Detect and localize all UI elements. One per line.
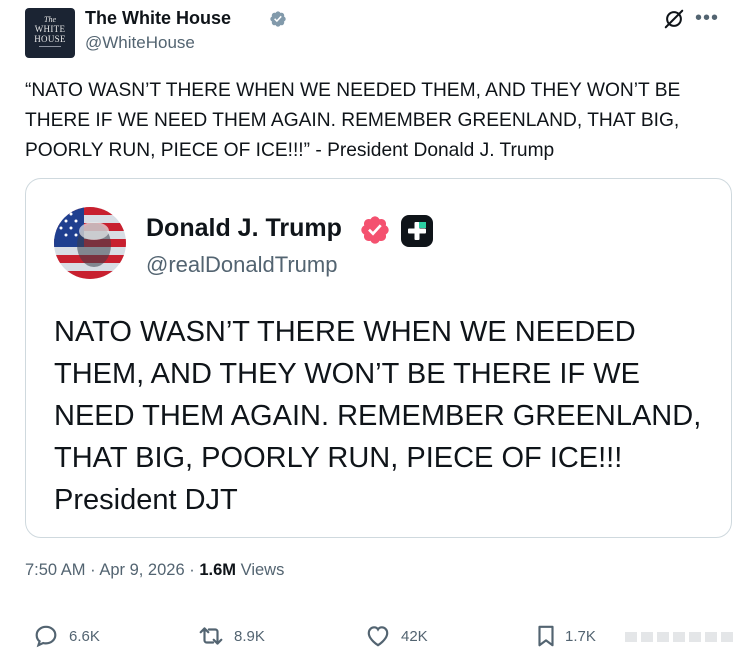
action-bar: 6.6K 8.9K 42K 1.7K: [25, 620, 733, 650]
separator: ·: [90, 561, 96, 579]
post-date[interactable]: Apr 9, 2026: [99, 561, 184, 579]
logo-line: HOUSE: [34, 34, 66, 44]
heart-icon: [367, 626, 389, 647]
quoted-author-handle[interactable]: @realDonaldTrump: [146, 252, 337, 278]
quoted-post[interactable]: Donald J. Trump @realDonaldTrump NATO WA…: [25, 178, 732, 538]
post-timestamp[interactable]: 7:50 AM · Apr 9, 2026 · 1.6M Views: [25, 561, 284, 580]
logo-line: The: [44, 15, 56, 24]
bookmark-count: 1.7K: [565, 628, 596, 645]
like-count: 42K: [401, 628, 428, 645]
plus-app-icon: [401, 215, 433, 247]
more-icon[interactable]: •••: [695, 8, 719, 28]
views-label: Views: [240, 561, 285, 579]
watermark-image: [625, 632, 733, 642]
repost-icon: [199, 627, 223, 645]
post-time[interactable]: 7:50 AM: [25, 561, 86, 579]
repost-count: 8.9K: [234, 628, 265, 645]
reply-icon: [35, 625, 57, 648]
logo-rule: [39, 46, 61, 47]
tweet-header: The WHITE HOUSE The White House @WhiteHo…: [25, 6, 727, 58]
verified-red-badge-icon: [361, 216, 389, 244]
flag-portrait-image: [54, 207, 126, 279]
quoted-author-name[interactable]: Donald J. Trump: [146, 214, 342, 243]
logo-line: WHITE: [34, 24, 66, 34]
post-text: “NATO WASN’T THERE WHEN WE NEEDED THEM, …: [25, 80, 681, 161]
quoted-post-text: NATO WASN’T THERE WHEN WE NEEDED THEM, A…: [54, 316, 702, 516]
tweet: The WHITE HOUSE The White House @WhiteHo…: [0, 0, 737, 656]
views-count: 1.6M: [199, 561, 237, 579]
quoted-avatar[interactable]: [54, 207, 126, 279]
author-name[interactable]: The White House: [85, 8, 231, 29]
white-house-avatar[interactable]: The WHITE HOUSE: [25, 8, 75, 58]
separator: ·: [189, 561, 195, 579]
reply-count: 6.6K: [69, 628, 100, 645]
verified-gray-badge-icon: [270, 11, 286, 27]
bookmark-icon: [538, 625, 554, 647]
author-handle[interactable]: @WhiteHouse: [85, 33, 195, 53]
grok-icon[interactable]: [663, 8, 685, 30]
